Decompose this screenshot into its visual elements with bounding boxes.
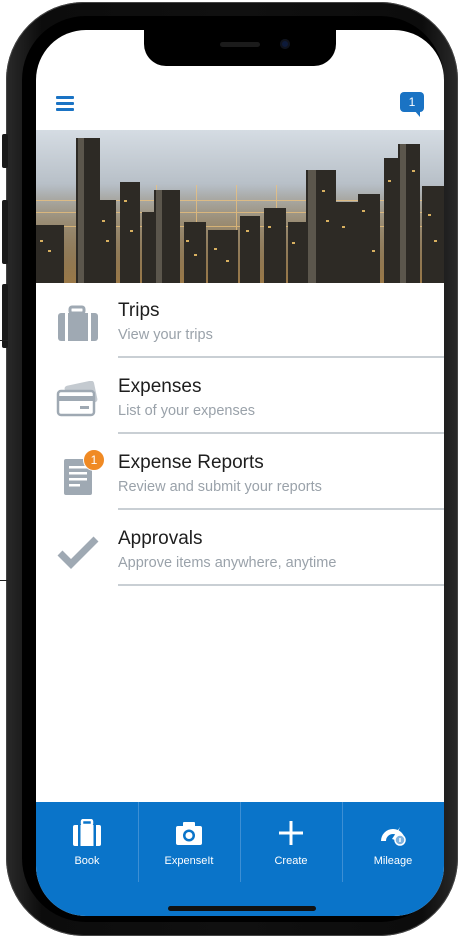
speaker-grille (220, 42, 260, 47)
speedometer-icon (378, 819, 408, 847)
credit-card-icon (56, 380, 100, 419)
skyline-illustration (36, 130, 444, 283)
tab-label: Mileage (373, 855, 413, 867)
divider (118, 432, 444, 434)
chat-tail (414, 110, 420, 117)
menu-item-subtitle: Review and submit your reports (118, 479, 322, 495)
menu-item-subtitle: List of your expenses (118, 403, 256, 419)
side-button-volume-down (2, 284, 8, 348)
menu-item-expense-reports[interactable]: 1 Expense Reports Review and submit your… (36, 435, 444, 511)
side-button-silent (2, 134, 8, 168)
hamburger-menu-icon[interactable] (56, 96, 76, 114)
tab-expenseit[interactable]: ExpenseIt (138, 802, 240, 882)
suitcase-icon (72, 818, 102, 847)
bottom-tab-bar: Book ExpenseIt Create Mileage (36, 802, 444, 916)
menu-item-title: Approvals (118, 528, 203, 549)
menu-item-trips[interactable]: Trips View your trips (36, 283, 444, 359)
side-button-volume-up (2, 200, 8, 264)
menu-item-title: Expense Reports (118, 452, 264, 473)
menu-item-subtitle: Approve items anywhere, anytime (118, 555, 337, 571)
front-camera (280, 39, 290, 49)
menu-item-title: Trips (118, 300, 160, 321)
tab-mileage[interactable]: Mileage (342, 802, 444, 882)
camera-icon (174, 819, 204, 847)
app-screen: 1 Trips View your trips Expenses List of… (36, 30, 444, 916)
report-count-badge: 1 (83, 449, 105, 471)
main-menu-list: Trips View your trips Expenses List of y… (36, 283, 444, 587)
suitcase-icon (56, 305, 100, 343)
menu-item-expenses[interactable]: Expenses List of your expenses (36, 359, 444, 435)
side-line (0, 340, 8, 341)
divider (118, 356, 444, 358)
divider (118, 508, 444, 510)
chat-count: 1 (408, 95, 416, 109)
tab-label: Create (274, 855, 308, 867)
tab-label: ExpenseIt (164, 855, 214, 867)
notch (144, 30, 336, 66)
home-indicator[interactable] (168, 906, 316, 911)
divider (118, 584, 444, 586)
city-skyline-photo (36, 130, 444, 283)
menu-item-approvals[interactable]: Approvals Approve items anywhere, anytim… (36, 511, 444, 587)
menu-item-subtitle: View your trips (118, 327, 213, 343)
side-line (0, 580, 8, 581)
chat-bubble-icon: 1 (400, 92, 424, 112)
plus-icon (276, 819, 306, 847)
tab-create[interactable]: Create (240, 802, 342, 882)
tab-book[interactable]: Book (36, 802, 138, 882)
tab-label: Book (74, 855, 100, 867)
chat-button[interactable]: 1 (398, 90, 428, 120)
checkmark-icon (56, 533, 100, 571)
menu-item-title: Expenses (118, 376, 202, 397)
